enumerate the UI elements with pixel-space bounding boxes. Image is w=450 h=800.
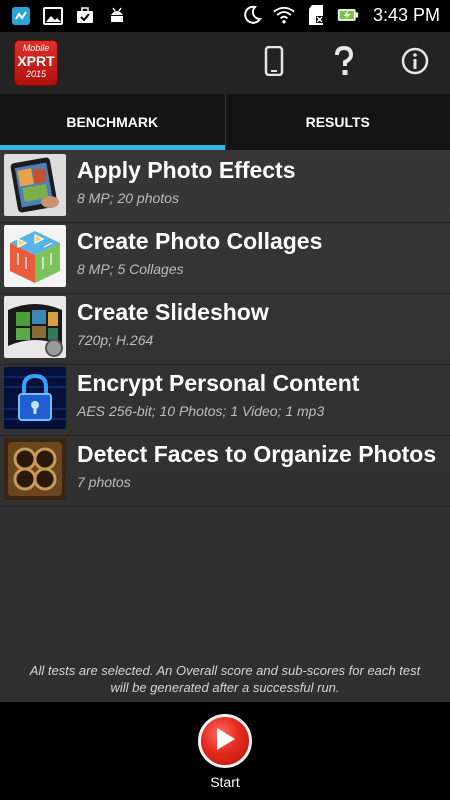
- list-item-encrypt-personal-content[interactable]: Encrypt Personal Content AES 256-bit; 10…: [0, 365, 450, 436]
- briefcase-check-icon: [74, 5, 96, 27]
- wifi-icon: [273, 4, 295, 26]
- help-button[interactable]: [326, 45, 362, 81]
- status-bar: 3:43 PM: [0, 0, 450, 32]
- test-subtitle: 8 MP; 20 photos: [77, 190, 179, 206]
- start-button[interactable]: [198, 714, 252, 768]
- test-list: Apply Photo Effects 8 MP; 20 photos Crea…: [0, 152, 450, 507]
- selection-note-line1: All tests are selected. An Overall score…: [29, 663, 421, 678]
- selection-note: All tests are selected. An Overall score…: [0, 662, 450, 696]
- test-subtitle: 8 MP; 5 Collages: [77, 261, 184, 277]
- tab-benchmark-label: BENCHMARK: [66, 114, 159, 130]
- action-bar: Mobile XPRT 2015: [0, 32, 450, 94]
- tab-bar: BENCHMARK RESULTS: [0, 94, 450, 150]
- battery-charging-icon: [337, 4, 359, 26]
- app-notification-icon: [10, 5, 32, 27]
- moon-icon: [241, 4, 263, 26]
- android-icon: [106, 5, 128, 27]
- test-title: Create Slideshow: [77, 299, 269, 325]
- faces-frames-thumbnail-icon: [4, 438, 66, 500]
- photo-collage-cube-thumbnail-icon: [4, 225, 66, 287]
- tab-benchmark[interactable]: BENCHMARK: [0, 94, 225, 150]
- tab-results-label: RESULTS: [305, 114, 370, 130]
- image-icon: [42, 5, 64, 27]
- bottom-bar: Start: [0, 702, 450, 800]
- help-icon: [333, 45, 355, 81]
- app-logo: Mobile XPRT 2015: [14, 40, 58, 86]
- test-title: Detect Faces to Organize Photos: [77, 441, 437, 467]
- test-title: Apply Photo Effects: [77, 157, 296, 183]
- test-subtitle: 7 photos: [77, 474, 131, 490]
- test-title: Create Photo Collages: [77, 228, 323, 254]
- photo-effects-thumbnail-icon: [4, 154, 66, 216]
- screen: 3:43 PM Mobile XPRT 2015 BENCHMARK RESUL…: [0, 0, 450, 800]
- test-subtitle: 720p; H.264: [77, 332, 154, 348]
- logo-line-year: 2015: [25, 69, 47, 79]
- test-subtitle: AES 256-bit; 10 Photos; 1 Video; 1 mp3: [77, 403, 325, 419]
- sd-card-icon: [305, 4, 327, 26]
- device-icon: [264, 45, 284, 81]
- list-item-create-photo-collages[interactable]: Create Photo Collages 8 MP; 5 Collages: [0, 223, 450, 294]
- info-icon: [401, 47, 429, 80]
- play-icon: [213, 726, 237, 757]
- selection-note-line2: will be generated after a successful run…: [110, 680, 340, 695]
- test-title: Encrypt Personal Content: [77, 370, 360, 396]
- device-button[interactable]: [256, 45, 292, 81]
- info-button[interactable]: [397, 45, 433, 81]
- start-label: Start: [210, 774, 240, 790]
- tab-results[interactable]: RESULTS: [224, 94, 450, 150]
- list-item-create-slideshow[interactable]: Create Slideshow 720p; H.264: [0, 294, 450, 365]
- list-item-detect-faces[interactable]: Detect Faces to Organize Photos 7 photos: [0, 436, 450, 507]
- film-reel-thumbnail-icon: [4, 296, 66, 358]
- lock-thumbnail-icon: [4, 367, 66, 429]
- clock: 3:43 PM: [372, 4, 440, 25]
- list-item-apply-photo-effects[interactable]: Apply Photo Effects 8 MP; 20 photos: [0, 152, 450, 223]
- logo-line-xprt: XPRT: [17, 53, 55, 69]
